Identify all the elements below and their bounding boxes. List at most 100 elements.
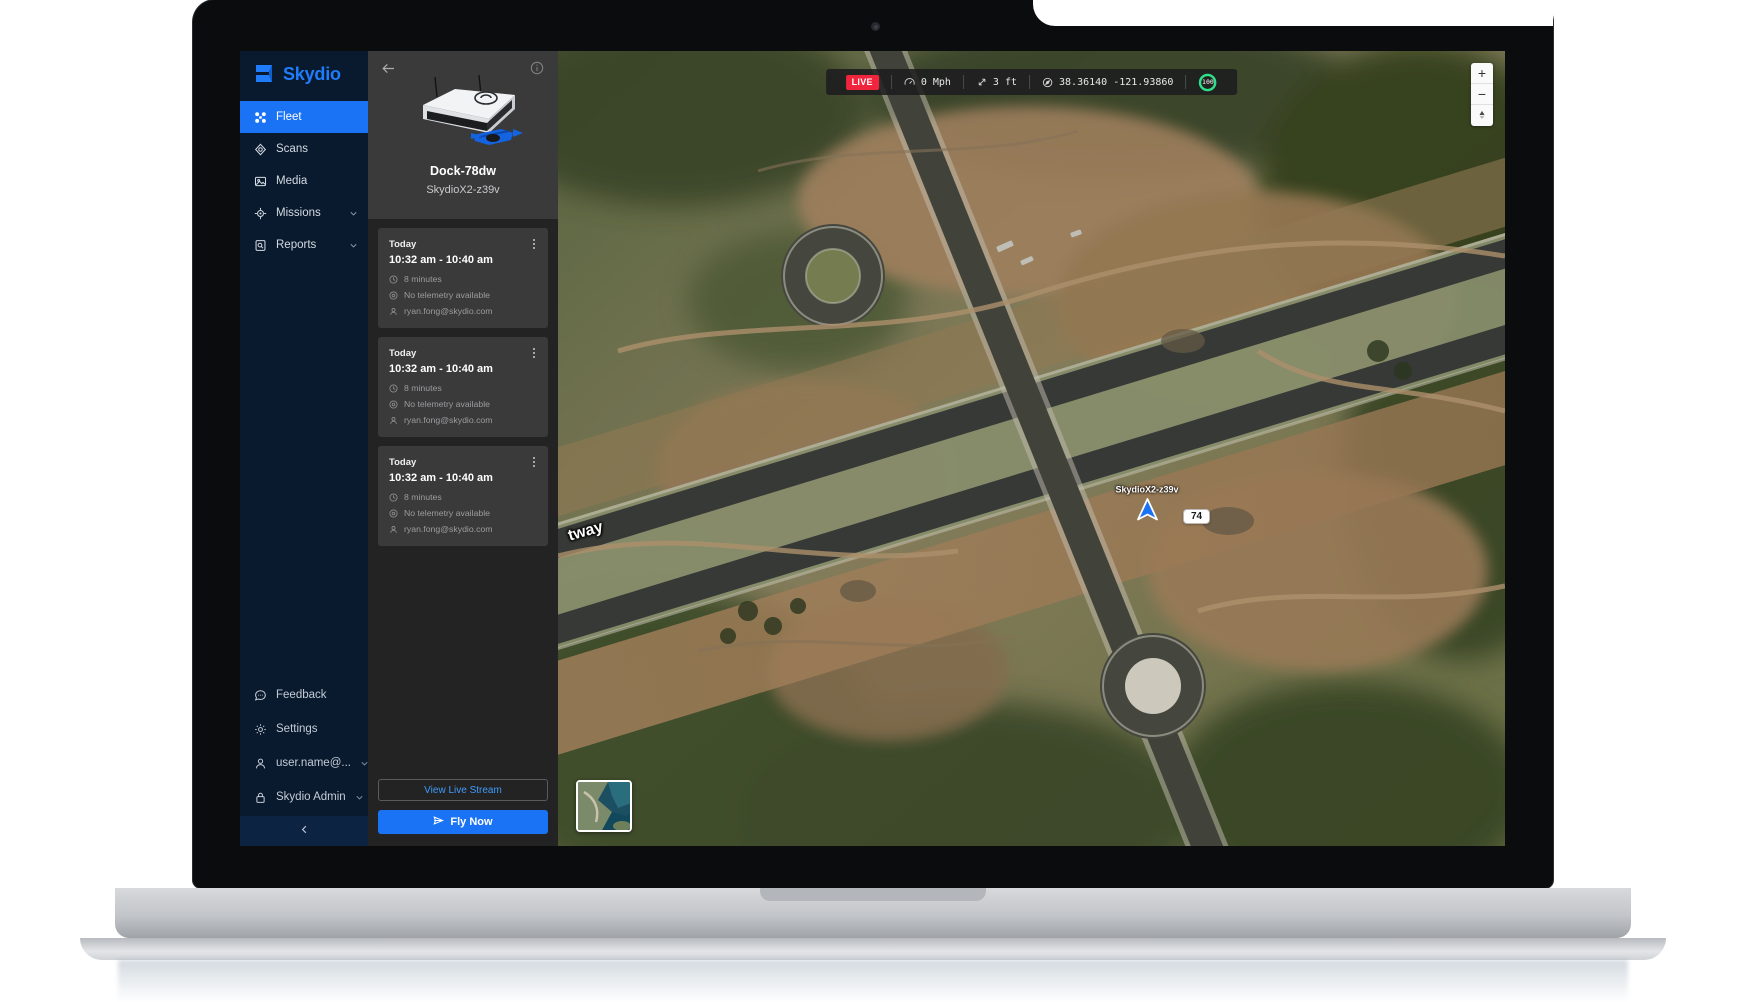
flight-day: Today — [389, 457, 417, 468]
chevron-down-icon — [360, 759, 369, 768]
flight-duration: 8 minutes — [404, 274, 442, 284]
sidebar-collapse-button[interactable] — [240, 816, 368, 846]
chevron-down-icon — [355, 793, 364, 802]
bezel-notch-cut — [1033, 0, 1553, 26]
chevron-down-icon — [349, 209, 358, 218]
screenshot-stage: Skydio Fleet Scans Media Missions Report… — [0, 0, 1746, 1002]
flight-pilot: ryan.fong@skydio.com — [404, 415, 493, 425]
laptop-foot — [80, 938, 1666, 960]
sidebar-item-fleet[interactable]: Fleet — [240, 101, 368, 133]
coordinates-readout: 38.36140 -121.93860 — [1030, 77, 1185, 88]
telemetry-hud: LIVE 0 Mph 3 ft 38.36140 -121.93860 100 — [825, 69, 1238, 95]
sidebar-item-scans[interactable]: Scans — [240, 133, 368, 165]
flight-list: Today 10:32 am - 10:40 am 8 minutes No t… — [368, 219, 558, 770]
flight-card-menu-icon[interactable] — [528, 455, 540, 469]
view-live-stream-button[interactable]: View Live Stream — [378, 779, 548, 801]
flight-time-range: 10:32 am - 10:40 am — [389, 254, 493, 266]
sidebar-item-skydio-admin[interactable]: Skydio Admin — [240, 780, 368, 814]
fleet-icon — [254, 111, 267, 124]
chevron-left-icon — [299, 822, 310, 840]
fly-now-button[interactable]: Fly Now — [378, 810, 548, 834]
gear-icon — [254, 723, 267, 736]
sidebar-item-label: Media — [276, 175, 308, 187]
zoom-in-button[interactable]: + — [1471, 63, 1493, 84]
device-model: SkydioX2-z39v — [426, 184, 500, 196]
satellite-imagery — [558, 51, 1505, 846]
drone-marker-label: SkydioX2-z39v — [1115, 484, 1179, 495]
drone-marker[interactable]: SkydioX2-z39v — [1115, 484, 1179, 522]
flight-day: Today — [389, 239, 417, 250]
secondary-nav: Feedback Settings user.name@... Skydio A… — [240, 678, 368, 816]
live-badge: LIVE — [845, 74, 879, 90]
compass-icon — [1042, 77, 1053, 88]
flight-duration-row: 8 minutes — [389, 383, 537, 393]
brand-name: Skydio — [283, 63, 341, 84]
flight-card[interactable]: Today 10:32 am - 10:40 am 8 minutes No t… — [378, 337, 548, 437]
brand-logo[interactable]: Skydio — [240, 51, 368, 97]
drone-arrow-icon — [1115, 498, 1178, 522]
sidebar-item-media[interactable]: Media — [240, 165, 368, 197]
laptop-base — [115, 888, 1631, 938]
flight-pilot-row: ryan.fong@skydio.com — [389, 306, 537, 316]
altitude-icon — [976, 77, 987, 88]
sidebar: Skydio Fleet Scans Media Missions Report… — [240, 51, 368, 846]
webcam — [871, 22, 880, 31]
device-detail-panel: Dock-78dw SkydioX2-z39v Today 10:32 am -… — [368, 51, 558, 846]
location-icon — [389, 399, 398, 409]
feedback-icon — [254, 689, 267, 702]
sidebar-item-user-account[interactable]: user.name@... — [240, 746, 368, 780]
sidebar-item-label: Scans — [276, 143, 308, 155]
flight-day: Today — [389, 348, 417, 359]
compass-icon — [1476, 109, 1488, 123]
zoom-out-button[interactable]: − — [1471, 84, 1493, 105]
live-status: LIVE — [834, 74, 891, 90]
flight-pilot-row: ryan.fong@skydio.com — [389, 415, 537, 425]
location-icon — [389, 508, 398, 518]
flight-duration-row: 8 minutes — [389, 492, 537, 502]
reports-icon — [254, 239, 267, 252]
compass-reset-button[interactable] — [1471, 105, 1493, 126]
media-icon — [254, 175, 267, 188]
sidebar-item-settings[interactable]: Settings — [240, 712, 368, 746]
sidebar-item-label: user.name@... — [276, 757, 351, 769]
highway-shield: 74 — [1183, 509, 1211, 524]
sidebar-item-label: Missions — [276, 207, 321, 219]
clock-icon — [389, 492, 398, 502]
speed-readout: 0 Mph — [892, 77, 963, 88]
location-icon — [389, 290, 398, 300]
flight-card-menu-icon[interactable] — [528, 346, 540, 360]
flight-card[interactable]: Today 10:32 am - 10:40 am 8 minutes No t… — [378, 228, 548, 328]
flight-duration: 8 minutes — [404, 383, 442, 393]
lock-icon — [254, 791, 267, 804]
sidebar-item-missions[interactable]: Missions — [240, 197, 368, 229]
flight-card-menu-icon[interactable] — [528, 237, 540, 251]
map-view[interactable]: LIVE 0 Mph 3 ft 38.36140 -121.93860 100 … — [558, 51, 1505, 846]
coordinates-value: 38.36140 -121.93860 — [1059, 76, 1174, 88]
desk-reflection — [118, 960, 1628, 1002]
device-actions: View Live Stream Fly Now — [368, 770, 558, 846]
flight-telemetry-row: No telemetry available — [389, 508, 537, 518]
battery-ring-icon: 100 — [1198, 73, 1217, 92]
altitude-value: 3 ft — [992, 76, 1018, 88]
clock-icon — [389, 383, 398, 393]
skydio-app: Skydio Fleet Scans Media Missions Report… — [240, 51, 1505, 846]
sidebar-item-label: Reports — [276, 239, 317, 251]
flight-telemetry-row: No telemetry available — [389, 399, 537, 409]
speedometer-icon — [904, 77, 915, 88]
flight-pilot-row: ryan.fong@skydio.com — [389, 524, 537, 534]
battery-percent: 100 — [1202, 78, 1214, 86]
flight-time-range: 10:32 am - 10:40 am — [389, 363, 493, 375]
device-name: Dock-78dw — [430, 164, 496, 178]
user-icon — [389, 525, 398, 534]
send-icon — [433, 815, 445, 829]
sidebar-item-reports[interactable]: Reports — [240, 229, 368, 261]
flight-telemetry-row: No telemetry available — [389, 290, 537, 300]
flight-duration-row: 8 minutes — [389, 274, 537, 284]
flight-card[interactable]: Today 10:32 am - 10:40 am 8 minutes No t… — [378, 446, 548, 546]
missions-icon — [254, 207, 267, 220]
primary-nav: Fleet Scans Media Missions Reports — [240, 101, 368, 261]
satellite-thumbnail-toggle[interactable] — [576, 780, 632, 832]
sidebar-item-feedback[interactable]: Feedback — [240, 678, 368, 712]
sidebar-item-label: Settings — [276, 723, 318, 735]
